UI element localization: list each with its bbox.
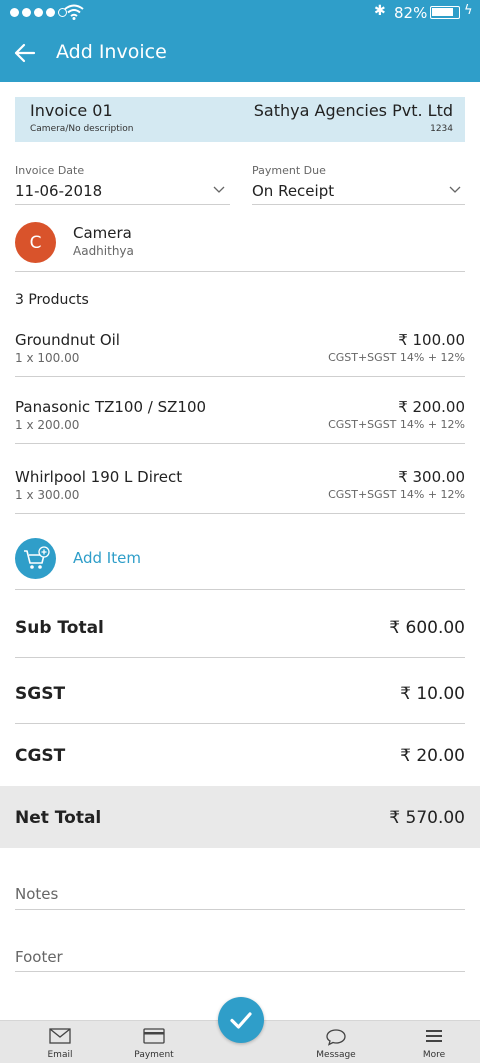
tab-payment[interactable]: Payment — [114, 1021, 194, 1063]
charging-icon: ϟ — [464, 3, 473, 18]
product-qty: 1 x 300.00 — [15, 488, 80, 502]
footer-input[interactable]: Footer — [15, 948, 63, 966]
signal-dots — [10, 8, 67, 17]
cart-add-icon[interactable] — [15, 538, 56, 579]
divider — [15, 443, 465, 444]
battery-icon — [430, 6, 460, 19]
hamburger-menu-icon — [426, 1030, 442, 1042]
divider — [15, 971, 465, 972]
tab-email-label: Email — [47, 1050, 73, 1060]
tab-email[interactable]: Email — [20, 1021, 100, 1063]
tab-message-label: Message — [316, 1050, 356, 1060]
chat-bubble-icon — [326, 1029, 346, 1046]
customer-subtitle: Aadhithya — [73, 244, 134, 258]
app-bar: Add Invoice — [0, 26, 480, 82]
signal-dot — [10, 8, 19, 17]
cgst-label: CGST — [15, 746, 66, 766]
signal-dot — [22, 8, 31, 17]
tab-more[interactable]: More — [394, 1021, 474, 1063]
envelope-icon — [49, 1028, 71, 1044]
sgst-label: SGST — [15, 684, 66, 704]
divider — [252, 204, 465, 205]
divider — [15, 657, 465, 658]
payment-due-select[interactable]: On Receipt — [252, 182, 334, 200]
divider — [15, 204, 230, 205]
invoice-summary-card[interactable]: Invoice 01 Camera/No description Sathya … — [15, 97, 465, 142]
checkmark-icon — [230, 1012, 252, 1029]
invoice-code: 1234 — [430, 124, 453, 134]
customer-name[interactable]: Camera — [73, 224, 132, 242]
divider — [15, 513, 465, 514]
product-name: Whirlpool 190 L Direct — [15, 468, 183, 486]
product-tax: CGST+SGST 14% + 12% — [328, 351, 465, 364]
product-qty: 1 x 200.00 — [15, 418, 80, 432]
sub-total-value: ₹ 600.00 — [389, 618, 465, 638]
notes-input[interactable]: Notes — [15, 885, 58, 903]
avatar[interactable]: C — [15, 222, 56, 263]
invoice-number: Invoice 01 — [30, 101, 113, 120]
invoice-date-label: Invoice Date — [15, 164, 85, 177]
products-count: 3 Products — [15, 292, 89, 308]
company-name: Sathya Agencies Pvt. Ltd — [253, 101, 453, 120]
credit-card-icon — [143, 1028, 165, 1044]
sub-total-label: Sub Total — [15, 618, 104, 638]
signal-dot — [34, 8, 43, 17]
bluetooth-icon: ✱ — [374, 3, 386, 19]
product-price: ₹ 200.00 — [398, 398, 465, 416]
net-total-value: ₹ 570.00 — [389, 808, 465, 828]
battery-percent: 82% — [394, 4, 428, 22]
divider — [15, 271, 465, 272]
tab-more-label: More — [422, 1050, 446, 1060]
product-name: Panasonic TZ100 / SZ100 — [15, 398, 207, 416]
save-button[interactable] — [218, 997, 264, 1043]
divider — [15, 909, 465, 910]
divider — [15, 376, 465, 377]
chevron-down-icon[interactable] — [213, 186, 225, 194]
sgst-value: ₹ 10.00 — [400, 684, 465, 704]
wifi-icon — [64, 4, 84, 20]
tab-message[interactable]: Message — [296, 1021, 376, 1063]
product-price: ₹ 100.00 — [398, 331, 465, 349]
product-price: ₹ 300.00 — [398, 468, 465, 486]
status-bar: ✱ 82% ϟ — [0, 0, 480, 26]
add-item-button[interactable]: Add Item — [73, 549, 141, 567]
product-tax: CGST+SGST 14% + 12% — [328, 488, 465, 501]
invoice-description: Camera/No description — [30, 124, 134, 134]
divider — [15, 589, 465, 590]
invoice-date-select[interactable]: 11-06-2018 — [15, 182, 102, 200]
net-total-label: Net Total — [15, 808, 102, 828]
product-name: Groundnut Oil — [15, 331, 120, 349]
product-tax: CGST+SGST 14% + 12% — [328, 418, 465, 431]
page-title: Add Invoice — [56, 41, 167, 63]
chevron-down-icon[interactable] — [449, 186, 461, 194]
payment-due-label: Payment Due — [252, 164, 326, 177]
divider — [15, 723, 465, 724]
product-qty: 1 x 100.00 — [15, 351, 80, 365]
back-arrow-icon[interactable] — [12, 40, 38, 66]
cgst-value: ₹ 20.00 — [400, 746, 465, 766]
tab-payment-label: Payment — [134, 1050, 174, 1060]
signal-dot — [46, 8, 55, 17]
